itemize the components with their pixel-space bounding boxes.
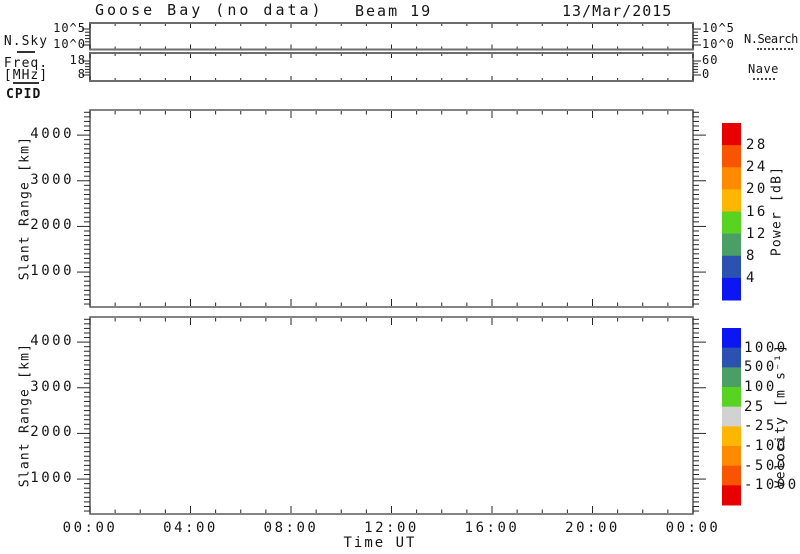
power-panel-ylabel: Slant Range [km] [18,136,33,280]
slant-range-tick-label: 4000 [22,126,74,143]
aux-axis-tick-label: 10^0 [50,37,86,52]
aux-axis-tick-label: 10^5 [702,21,742,36]
aux-axis-tick-label: 18 [50,53,86,68]
colorbar-tick-label: -500 [744,458,788,475]
nsearch-dotted-line-sample [757,45,793,50]
colorbar-tick-label: 8 [746,248,757,265]
aux-axis-tick-label: 10^0 [702,37,742,52]
nave-dotted-line-sample [753,75,775,80]
colorbar-tick-label: -25 [744,418,777,435]
aux-axis-tick-label: 60 [702,53,742,68]
slant-range-tick-label: 2000 [22,424,74,441]
colorbar-tick-label: 16 [746,204,768,221]
time-tick-label: 20:00 [553,520,633,537]
freq-solid-line-sample [13,82,39,84]
plot-axes-svg [0,0,800,554]
colorbar-tick-label: 1000 [744,340,788,357]
aux-axis-tick-label: 0 [702,67,742,82]
colorbar-tick-label: 24 [746,159,768,176]
cpid-label: CPID [6,86,41,103]
colorbar-tick-label: 500 [744,359,777,376]
colorbar-tick-label: 100 [744,379,777,396]
colorbar-tick-label: 28 [746,137,768,154]
colorbar-tick-label: 20 [746,181,768,198]
slant-range-tick-label: 2000 [22,217,74,234]
slant-range-tick-label: 1000 [22,263,74,280]
time-tick-label: 00:00 [50,520,130,537]
aux-axis-tick-label: 10^5 [50,21,86,36]
power-colorbar-label: Power [dB] [770,166,785,256]
station-title: Goose Bay (no data) [95,2,324,19]
slant-range-tick-label: 3000 [22,172,74,189]
aux-axis-tick-label: 8 [50,67,86,82]
nsky-solid-line-sample [17,51,35,53]
time-tick-label: 04:00 [151,520,231,537]
slant-range-tick-label: 1000 [22,470,74,487]
time-tick-label: 16:00 [452,520,532,537]
nsky-legend-label: N.Sky [2,33,50,50]
slant-range-tick-label: 4000 [22,333,74,350]
slant-range-tick-label: 3000 [22,379,74,396]
time-tick-label: 12:00 [352,520,432,537]
colorbar-tick-label: -1000 [744,477,799,494]
time-axis-label: Time UT [330,535,430,552]
colorbar-tick-label: -100 [744,438,788,455]
colorbar-tick-label: 4 [746,270,757,287]
velocity-panel-ylabel: Slant Range [km] [18,343,33,487]
colorbar-tick-label: 12 [746,226,768,243]
colorbar-tick-label: 25 [744,399,766,416]
superdarn-summary-plot: Goose Bay (no data) Beam 19 13/Mar/2015 … [0,0,800,554]
date-label: 13/Mar/2015 [562,3,672,20]
time-tick-label: 00:00 [653,520,733,537]
beam-label: Beam 19 [355,3,432,20]
time-tick-label: 08:00 [251,520,331,537]
